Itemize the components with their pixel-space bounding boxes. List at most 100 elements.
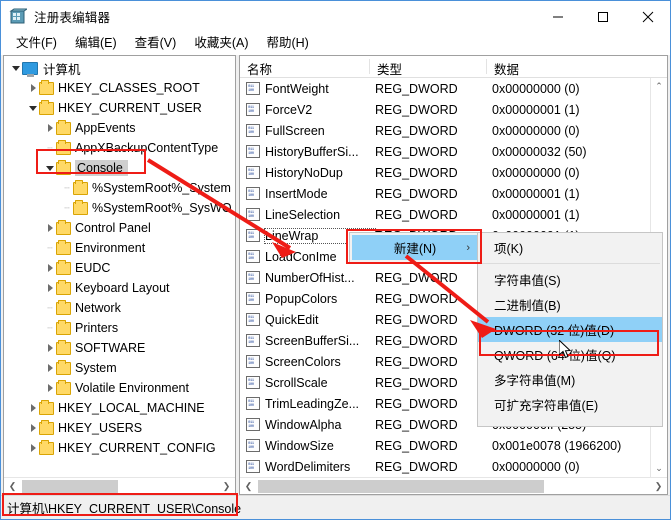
column-header-type[interactable]: 类型 [370,56,487,77]
menu-edit[interactable]: 编辑(E) [66,33,126,54]
tree-node[interactable]: 计算机 [4,58,235,78]
window-title: 注册表编辑器 [34,7,110,26]
tree-node[interactable]: System [4,358,235,378]
folder-icon [73,182,88,195]
registry-value-row[interactable]: 011100FontWeightREG_DWORD0x00000000 (0) [240,78,650,99]
chevron-right-icon[interactable] [44,118,56,138]
tree-node[interactable]: ┄%SystemRoot%_SysWO [4,198,235,218]
chevron-down-icon[interactable] [44,158,56,178]
list-hscroll-thumb[interactable] [258,480,544,493]
chevron-right-icon[interactable] [27,418,39,438]
context-menu-item-new[interactable]: 新建(N) › [352,235,478,260]
tree-node[interactable]: HKEY_CURRENT_USER [4,98,235,118]
list-hscroll-track[interactable] [257,478,650,495]
tree-node[interactable]: SOFTWARE [4,338,235,358]
tree-node-label: HKEY_CLASSES_ROOT [58,81,200,95]
tree-scroll-right-arrow[interactable]: ❯ [218,478,235,495]
context-submenu-item[interactable]: DWORD (32 位)值(D) [478,317,662,342]
folder-icon [56,322,71,335]
close-button[interactable] [625,1,670,32]
list-scroll-up-arrow[interactable]: ⌃ [651,78,668,95]
context-menu-new-submenu: 项(K) 字符串值(S)二进制值(B)DWORD (32 位)值(D)QWORD … [477,232,663,427]
tree-node[interactable]: ┄Environment [4,238,235,258]
tree-node[interactable]: Console [4,158,235,178]
chevron-right-icon[interactable] [27,398,39,418]
tree-node[interactable]: HKEY_USERS [4,418,235,438]
value-name: ScrollScale [265,376,375,390]
list-header-row: 名称 类型 数据 [240,56,667,78]
folder-icon [39,402,54,415]
value-name: ForceV2 [265,103,375,117]
tree-node[interactable]: AppEvents [4,118,235,138]
chevron-right-icon[interactable] [44,258,56,278]
menu-view[interactable]: 查看(V) [126,33,186,54]
value-type: REG_DWORD [375,145,492,159]
context-submenu-item[interactable]: 项(K) [478,235,662,260]
dword-value-icon: 011100 [246,124,260,137]
context-submenu-item[interactable]: 字符串值(S) [478,267,662,292]
tree-hscroll-thumb[interactable] [22,480,118,493]
registry-value-row[interactable]: 011100InsertModeREG_DWORD0x00000001 (1) [240,183,650,204]
registry-tree[interactable]: 计算机 HKEY_CLASSES_ROOT HKEY_CURRENT_USERApp… [4,56,235,477]
tree-node[interactable]: Keyboard Layout [4,278,235,298]
registry-value-row[interactable]: 011100HistoryBufferSi...REG_DWORD0x00000… [240,141,650,162]
context-submenu-item[interactable]: QWORD (64 位)值(Q) [478,342,662,367]
list-horizontal-scrollbar[interactable]: ❮ ❯ [240,477,667,494]
folder-icon [56,282,71,295]
registry-value-row[interactable]: 011100ForceV2REG_DWORD0x00000001 (1) [240,99,650,120]
registry-value-row[interactable]: 011100FullScreenREG_DWORD0x00000000 (0) [240,120,650,141]
tree-node-label: HKEY_LOCAL_MACHINE [58,401,205,415]
chevron-right-icon[interactable] [27,438,39,458]
registry-value-row[interactable]: 011100LineSelectionREG_DWORD0x00000001 (… [240,204,650,225]
list-scroll-left-arrow[interactable]: ❮ [240,478,257,495]
column-header-name[interactable]: 名称 [240,56,370,77]
dword-value-icon: 011100 [246,460,260,473]
registry-value-row[interactable]: 011100WordDelimitersREG_DWORD0x00000000 … [240,456,650,477]
menu-separator [480,263,660,264]
value-data: 0x00000001 (1) [492,187,650,201]
value-type: REG_DWORD [375,187,492,201]
dword-value-icon: 011100 [246,250,260,263]
chevron-right-icon[interactable] [44,338,56,358]
tree-node[interactable]: HKEY_LOCAL_MACHINE [4,398,235,418]
context-submenu-item[interactable]: 二进制值(B) [478,292,662,317]
chevron-right-icon[interactable] [44,378,56,398]
chevron-down-icon[interactable] [27,98,39,118]
list-scroll-right-arrow[interactable]: ❯ [650,478,667,495]
dword-value-icon: 011100 [246,292,260,305]
tree-node[interactable]: ┄Printers [4,318,235,338]
tree-node[interactable]: ┄AppXBackupContentType [4,138,235,158]
value-name: LineSelection [265,208,375,222]
tree-scroll-left-arrow[interactable]: ❮ [4,478,21,495]
registry-value-row[interactable]: 011100WindowSizeREG_DWORD0x001e0078 (196… [240,435,650,456]
menu-favorites[interactable]: 收藏夹(A) [185,33,257,54]
title-bar: 注册表编辑器 [1,1,670,32]
context-submenu-item[interactable]: 可扩充字符串值(E) [478,392,662,417]
tree-node[interactable]: Volatile Environment [4,378,235,398]
tree-horizontal-scrollbar[interactable]: ❮ ❯ [4,477,235,494]
chevron-down-icon[interactable] [10,58,22,78]
registry-value-row[interactable]: 011100HistoryNoDupREG_DWORD0x00000000 (0… [240,162,650,183]
context-submenu-item[interactable]: 多字符串值(M) [478,367,662,392]
tree-hscroll-track[interactable] [21,478,218,495]
tree-node[interactable]: HKEY_CLASSES_ROOT [4,78,235,98]
menu-file[interactable]: 文件(F) [7,33,66,54]
tree-node[interactable]: Control Panel [4,218,235,238]
chevron-right-icon[interactable] [44,218,56,238]
chevron-right-icon[interactable] [27,78,39,98]
value-data: 0x00000000 (0) [492,124,650,138]
chevron-right-icon[interactable] [44,358,56,378]
tree-node[interactable]: ┄Network [4,298,235,318]
maximize-button[interactable] [580,1,625,32]
column-header-data[interactable]: 数据 [487,56,667,77]
dword-value-icon: 011100 [246,376,260,389]
tree-node[interactable]: EUDC [4,258,235,278]
menu-help[interactable]: 帮助(H) [257,33,317,54]
status-bar: 计算机\HKEY_CURRENT_USER\Console [1,495,670,519]
tree-node[interactable]: ┄%SystemRoot%_System [4,178,235,198]
chevron-right-icon[interactable] [44,278,56,298]
tree-node[interactable]: HKEY_CURRENT_CONFIG [4,438,235,458]
list-scroll-down-arrow[interactable]: ⌄ [651,460,668,477]
minimize-button[interactable] [535,1,580,32]
value-type: REG_DWORD [375,397,492,411]
